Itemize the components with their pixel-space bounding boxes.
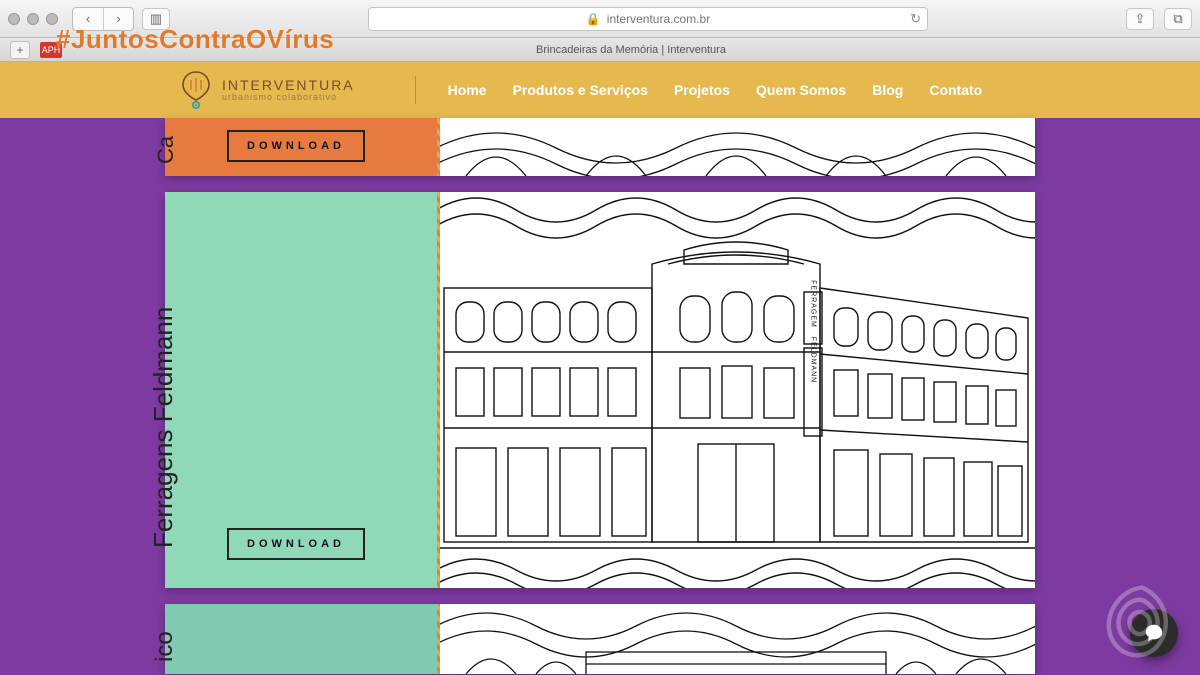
new-tab-button[interactable]: + bbox=[10, 41, 30, 59]
tab-strip: + APH Brincadeiras da Memória | Interven… bbox=[0, 38, 1200, 62]
coloring-card-1: Ca DOWNLOAD bbox=[165, 118, 1035, 176]
url-host: interventura.com.br bbox=[607, 12, 710, 26]
card-2-download-button[interactable]: DOWNLOAD bbox=[227, 528, 365, 560]
logo-balloon-icon bbox=[180, 70, 212, 110]
card-3-art bbox=[437, 604, 1035, 674]
coloring-card-3: ico bbox=[165, 604, 1035, 674]
page-body: Ca DOWNLOAD Ferrag bbox=[0, 118, 1200, 675]
card-2-title: Ferragens Feldmann bbox=[148, 307, 179, 548]
site-logo[interactable]: INTERVENTURA urbanismo colaborativo bbox=[180, 70, 355, 110]
nav-back-forward: ‹ › bbox=[72, 7, 134, 31]
sign-ferragem: FERRAGEM bbox=[810, 280, 817, 328]
card-1-sep bbox=[437, 118, 440, 176]
header-divider bbox=[415, 76, 416, 104]
nav-projetos[interactable]: Projetos bbox=[674, 82, 730, 98]
card-2-art: FERRAGEM FELDMANN bbox=[437, 192, 1035, 588]
lock-icon: 🔒 bbox=[586, 12, 601, 26]
reload-button[interactable]: ↻ bbox=[910, 11, 921, 27]
brand-tagline: urbanismo colaborativo bbox=[222, 93, 355, 102]
card-2-sep bbox=[437, 192, 440, 588]
card-1-art bbox=[437, 118, 1035, 176]
cards-container: Ca DOWNLOAD Ferrag bbox=[165, 118, 1035, 674]
card-3-sep bbox=[437, 604, 440, 674]
card-3-title: ico bbox=[151, 631, 179, 662]
nav-contato[interactable]: Contato bbox=[929, 82, 982, 98]
card-1-panel: Ca DOWNLOAD bbox=[165, 118, 437, 176]
forward-button[interactable]: › bbox=[103, 8, 133, 30]
nav-produtos[interactable]: Produtos e Serviços bbox=[513, 82, 648, 98]
nav-home[interactable]: Home bbox=[448, 82, 487, 98]
site-header: INTERVENTURA urbanismo colaborativo Home… bbox=[0, 62, 1200, 118]
minimize-window-icon[interactable] bbox=[27, 13, 39, 25]
card-1-title: Ca bbox=[153, 136, 179, 164]
zoom-window-icon[interactable] bbox=[46, 13, 58, 25]
brand-name: INTERVENTURA bbox=[222, 78, 355, 93]
chat-widget-button[interactable] bbox=[1130, 609, 1178, 657]
address-bar[interactable]: 🔒 interventura.com.br ↻ bbox=[368, 7, 928, 31]
card-1-download-button[interactable]: DOWNLOAD bbox=[227, 130, 365, 162]
close-window-icon[interactable] bbox=[8, 13, 20, 25]
nav-quem-somos[interactable]: Quem Somos bbox=[756, 82, 846, 98]
tab-title[interactable]: Brincadeiras da Memória | Interventura bbox=[72, 44, 1190, 56]
tabs-button[interactable]: ⧉ bbox=[1164, 8, 1192, 30]
share-button[interactable]: ⇪ bbox=[1126, 8, 1154, 30]
address-bar-wrap: 🔒 interventura.com.br ↻ bbox=[178, 7, 1118, 31]
page-viewport: INTERVENTURA urbanismo colaborativo Home… bbox=[0, 62, 1200, 675]
coloring-card-2: Ferragens Feldmann DOWNLOAD bbox=[165, 192, 1035, 588]
sidebar-button[interactable]: ▥ bbox=[142, 8, 170, 30]
card-3-panel: ico bbox=[165, 604, 437, 674]
browser-toolbar: ‹ › ▥ 🔒 interventura.com.br ↻ ⇪ ⧉ bbox=[0, 0, 1200, 38]
favorite-badge[interactable]: APH bbox=[40, 42, 62, 58]
window-controls bbox=[8, 13, 58, 25]
card-2-panel: Ferragens Feldmann DOWNLOAD bbox=[165, 192, 437, 588]
sign-feldmann: FELDMANN bbox=[810, 337, 817, 384]
back-button[interactable]: ‹ bbox=[73, 8, 103, 30]
nav-blog[interactable]: Blog bbox=[872, 82, 903, 98]
logo-text: INTERVENTURA urbanismo colaborativo bbox=[222, 78, 355, 102]
toolbar-right: ⇪ ⧉ bbox=[1126, 8, 1192, 30]
chat-icon bbox=[1143, 622, 1165, 644]
